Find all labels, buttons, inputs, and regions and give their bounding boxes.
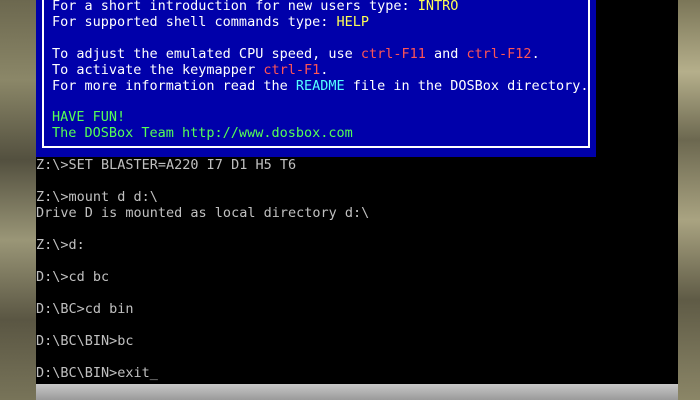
console-line: D:\BC\BIN>bc [36,333,134,349]
console-line: Drive D is mounted as local directory d:… [36,205,370,221]
banner-help-line: For supported shell commands type: HELP [52,14,369,30]
dosbox-window[interactable]: For a short introduction for new users t… [36,0,678,384]
text-cursor: _ [149,365,158,381]
readme-prefix: For more information read the [52,78,296,94]
welcome-banner: For a short introduction for new users t… [36,0,596,157]
console-line: D:\>cd bc [36,269,110,285]
banner-intro-line: For a short introduction for new users t… [52,0,458,14]
intro-command: INTRO [417,0,459,14]
command-prompt-line[interactable]: D:\BC\BIN>exit_ [36,365,158,381]
window-bottom-frame [36,384,678,400]
banner-cpu-line: To adjust the emulated CPU speed, use ct… [52,46,540,62]
help-prefix: For supported shell commands type: [52,14,337,30]
cpu-suffix: . [531,46,540,62]
banner-readme-line: For more information read the README fil… [52,78,588,94]
intro-prefix: For a short introduction for new users t… [52,0,418,14]
console-line: Z:\>SET BLASTER=A220 I7 D1 H5 T6 [36,157,297,173]
console-line: D:\BC>cd bin [36,301,134,317]
cpu-prefix: To adjust the emulated CPU speed, use [52,46,361,62]
help-command: HELP [336,14,369,30]
console-line: Z:\>mount d d:\ [36,189,158,205]
console-line: Z:\>d: [36,237,85,253]
banner-team-line: The DOSBox Team http://www.dosbox.com [52,125,353,141]
cpu-key-slower: ctrl-F11 [360,46,426,62]
keymap-suffix: . [320,62,329,78]
cpu-mid: and [425,46,467,62]
current-command[interactable]: D:\BC\BIN>exit [36,365,150,381]
desktop-background-right [678,0,700,400]
keymap-key: ctrl-F1 [263,62,321,78]
readme-word: README [295,78,345,94]
cpu-key-faster: ctrl-F12 [466,46,532,62]
banner-keymapper-line: To activate the keymapper ctrl-F1. [52,62,328,78]
banner-have-fun: HAVE FUN! [52,109,126,125]
desktop-background-left [0,0,36,400]
keymap-prefix: To activate the keymapper [52,62,264,78]
readme-suffix: file in the DOSBox directory. [344,78,589,94]
